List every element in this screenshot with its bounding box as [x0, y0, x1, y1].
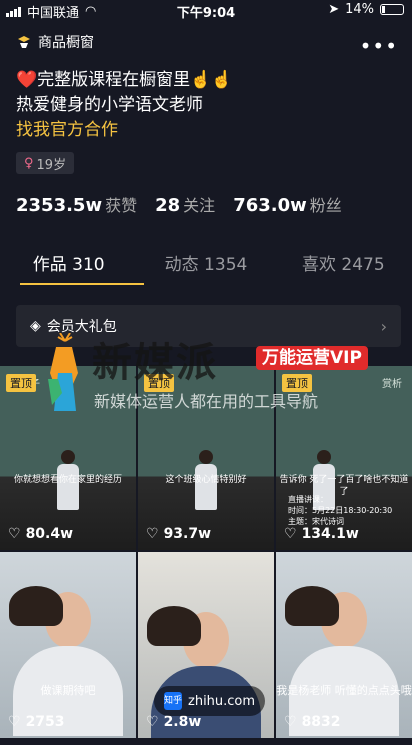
- age-badge: ♀ 19岁: [16, 152, 75, 174]
- layers-icon: ◈: [30, 318, 41, 334]
- profile-bio: ❤️完整版课程在橱窗里☝️☝️ 热爱健身的小学语文老师 找我官方合作: [16, 68, 233, 143]
- chevron-right-icon: ›: [380, 316, 387, 336]
- video-thumbnail[interactable]: 我是杨老师 听懂的点点头哦 ♡ 8832: [276, 552, 412, 738]
- status-bar: 中国联通 ◠ 下午9:04 ➤ 14%: [0, 0, 412, 21]
- zhihu-logo-icon: 知乎: [164, 692, 182, 710]
- heart-icon: ♡: [284, 714, 297, 730]
- stat-followers[interactable]: 763.0w 粉丝: [233, 192, 342, 216]
- shop-window-icon: [18, 36, 30, 48]
- pinned-badge: 置顶: [6, 374, 36, 392]
- location-icon: ➤: [328, 2, 340, 17]
- tab-activity[interactable]: 动态 1354: [137, 250, 274, 286]
- watermark-logo-text: 新媒派: [92, 340, 218, 386]
- heart-icon: ♡: [146, 526, 159, 542]
- zhihu-domain: zhihu.com: [188, 693, 256, 709]
- heart-icon: ♡: [284, 526, 297, 542]
- video-grid: 讲孩子 你就想想看你在家里的经历 置顶 ♡80.4w 这个班级心情特别好 置顶 …: [0, 366, 412, 738]
- age-label: 19岁: [36, 157, 67, 173]
- battery-label: 14%: [345, 2, 374, 17]
- video-caption: 我是杨老师 听懂的点点头哦: [276, 684, 412, 697]
- profile-stats: 2353.5w 获赞 28 关注 763.0w 粉丝: [16, 192, 342, 216]
- bio-line-2: 热爱健身的小学语文老师: [16, 95, 203, 115]
- status-right: ➤ 14%: [328, 2, 404, 17]
- like-count: ♡ 80.4w: [8, 526, 74, 542]
- like-count: ♡ 8832: [284, 714, 341, 730]
- gender-icon: ♀: [24, 155, 34, 171]
- shop-window-link[interactable]: 商品橱窗: [16, 32, 94, 52]
- stat-likes[interactable]: 2353.5w 获赞: [16, 192, 137, 216]
- like-count: ♡ 2753: [8, 714, 65, 730]
- more-icon[interactable]: •••: [360, 34, 398, 58]
- tab-liked[interactable]: 喜欢 2475: [275, 250, 412, 286]
- cooperation-link[interactable]: 找我官方合作: [16, 118, 233, 143]
- like-count: ♡ 134.1w: [284, 526, 359, 542]
- video-thumbnail[interactable]: 做课期待吧 ♡ 2753: [0, 552, 136, 738]
- heart-icon: ♡: [146, 714, 159, 730]
- watermark-tagline: 新媒体运营人都在用的工具导航: [94, 392, 319, 411]
- video-caption: 你就想想看你在家里的经历: [13, 475, 122, 485]
- active-tab-indicator: [20, 283, 144, 285]
- heart-icon: ♡: [8, 714, 21, 730]
- like-count: ♡ 2.8w: [146, 714, 202, 730]
- tab-works[interactable]: 作品 310: [0, 250, 137, 286]
- like-count: ♡ 93.7w: [146, 526, 212, 542]
- video-caption: 这个班级心情特别好: [165, 475, 247, 485]
- profile-tabs: 作品 310 动态 1354 喜欢 2475: [0, 250, 412, 286]
- battery-icon: [380, 4, 404, 15]
- zhihu-watermark: 知乎 zhihu.com: [154, 686, 266, 716]
- heart-icon: ♡: [8, 526, 21, 542]
- bio-line-1: ❤️完整版课程在橱窗里☝️☝️: [16, 70, 233, 90]
- shop-window-label: 商品橱窗: [38, 35, 94, 51]
- video-caption: 做课期待吧: [40, 684, 96, 697]
- stat-following[interactable]: 28 关注: [155, 192, 215, 216]
- deer-logo-icon: [48, 333, 78, 411]
- watermark-vip-badge: 万能运营VIP: [256, 346, 368, 370]
- live-notice: 直播讲课： 时间：5月22日18:30-20:30 主题：宋代诗词: [288, 495, 393, 526]
